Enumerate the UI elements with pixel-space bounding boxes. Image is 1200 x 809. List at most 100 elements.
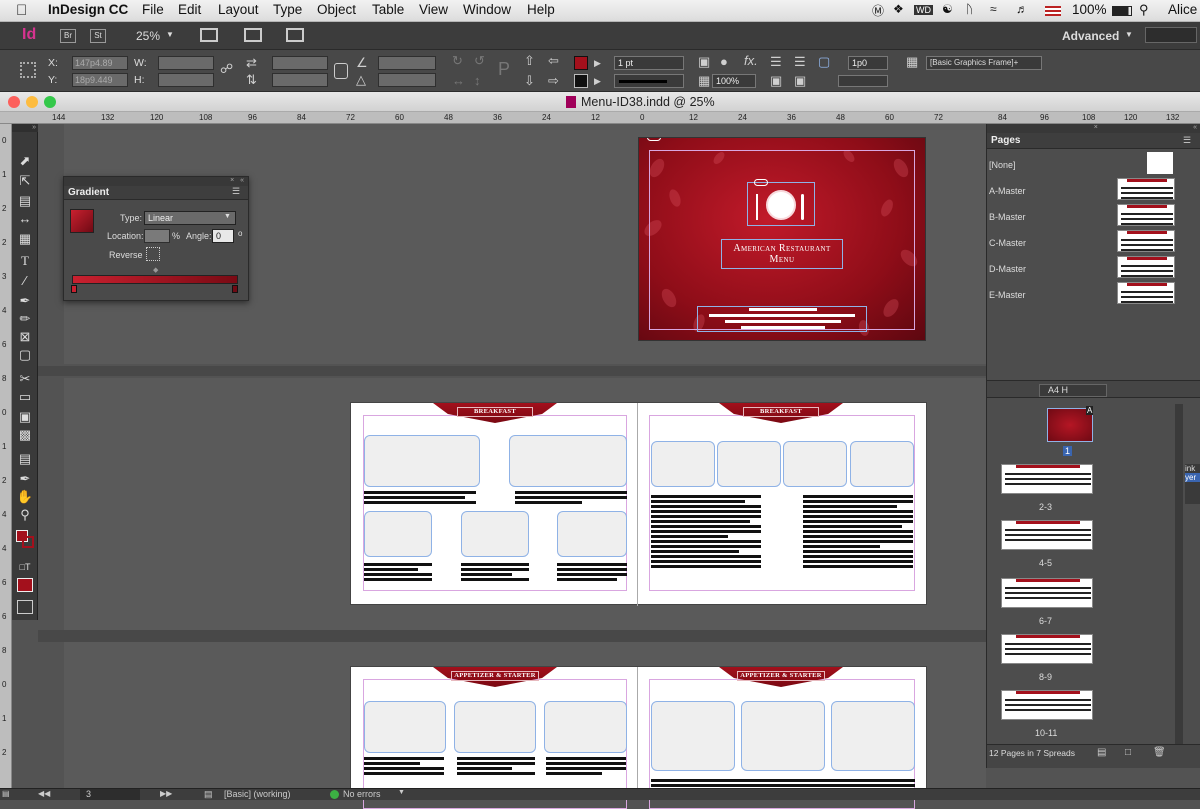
effects-icon[interactable]: ● [720,55,728,69]
object-style-icon[interactable]: ▦ [906,55,918,69]
menu-text-block[interactable] [515,491,627,506]
menu-view[interactable]: View [419,2,448,17]
content-collector-icon[interactable]: ▦ [15,230,35,248]
fx-icon[interactable]: fx. [744,54,758,68]
opacity-field[interactable]: 100% [712,74,756,88]
style-status[interactable]: [Basic] (working) [224,789,291,799]
horizontal-ruler[interactable]: 144 132 120 108 96 84 72 60 48 36 24 12 0 12 24 36 48 60 7… [46,112,986,124]
gradient-stop-end[interactable] [232,285,238,293]
section-title-left[interactable]: APPETIZER & STARTER [451,671,539,681]
page-number-field[interactable]: 3 [80,789,140,800]
wd-icon[interactable]: WD [914,5,933,15]
menu-layout[interactable]: Layout [218,2,259,17]
menu-file[interactable]: File [142,2,164,17]
scale-y-field[interactable] [272,73,328,87]
image-frame[interactable] [509,435,627,487]
rectangle-frame-tool-icon[interactable]: ⊠ [15,328,35,346]
image-frame[interactable] [651,701,735,771]
rotate-ccw-icon[interactable]: ↺ [474,54,485,68]
select-container-icon[interactable]: ⇧ [524,54,535,68]
image-frame[interactable] [850,441,914,487]
cover-title[interactable]: American Restaurant Menu [721,239,843,269]
y-field[interactable]: 18p9.449 [72,73,128,87]
page-tool-icon[interactable]: ▤ [15,192,35,210]
gradient-feather-tool-icon[interactable]: ▩ [15,426,35,444]
chevron-down-icon[interactable]: ▼ [224,213,231,220]
rectangle-tool-icon[interactable]: ▢ [15,346,35,364]
pages-scrollbar[interactable] [1175,404,1183,744]
chain-link-icon[interactable] [647,138,661,141]
chevron-down-icon[interactable]: ▼ [398,789,405,796]
reverse-button[interactable] [146,247,160,261]
flag-icon[interactable] [1045,6,1061,16]
wrap-none-icon[interactable]: ▣ [770,74,782,88]
gradient-ramp[interactable] [72,275,238,284]
new-page-icon[interactable]: □ [1125,747,1131,758]
midpoint-icon[interactable]: ◆ [153,266,158,274]
location-field[interactable] [144,229,170,243]
w-field[interactable] [158,56,214,70]
first-page-icon[interactable]: ◀◀ [38,789,50,798]
volume-icon[interactable]: ♬ [1016,2,1028,16]
pages-panel-tab[interactable]: Pages ☰ [987,133,1200,149]
menu-text-block[interactable] [557,563,627,583]
corner-shape-select[interactable] [838,75,888,87]
stroke-swatch-icon[interactable] [22,536,34,548]
fill-dropdown-icon[interactable]: ▶ [594,56,601,70]
rotate-field[interactable] [378,56,436,70]
battery-text[interactable]: 100% [1072,2,1107,17]
error-status[interactable]: No errors [343,789,381,799]
master-b[interactable]: B-Master [989,212,1026,222]
pen-tool-icon[interactable]: ✒ [15,292,35,310]
cover-page[interactable]: American Restaurant Menu [638,137,926,341]
zoom-tool-icon[interactable]: ⚲ [15,506,35,524]
page-label-2-3[interactable]: 2-3 [1039,502,1052,512]
panel-close-icon[interactable]: × « [987,124,1200,133]
rotate-cw-icon[interactable]: ↻ [452,54,463,68]
constrain-proportions-icon[interactable]: ☍ [220,62,233,76]
h-field[interactable] [158,73,214,87]
section-title-left[interactable]: BREAKFAST [457,407,533,417]
chain-link-icon[interactable] [754,179,768,186]
image-frame[interactable] [544,701,627,753]
skype-icon[interactable]: Ⓜ [872,2,884,19]
delete-page-icon[interactable]: 🗑 [1153,747,1166,758]
preflight-icon[interactable]: ▤ [2,789,10,798]
panel-menu-icon[interactable]: ☰ [1183,135,1191,146]
page-label-4-5[interactable]: 4-5 [1039,558,1052,568]
page-label-1[interactable]: 1 [1063,446,1073,456]
image-frame[interactable] [454,701,536,753]
image-frame[interactable] [651,441,715,487]
apple-icon[interactable]:  [16,2,27,19]
flip-h-icon[interactable]: ↔ [452,74,465,88]
horizontal-ruler-right[interactable]: 84 96 108 120 132 [986,112,1200,124]
search-icon[interactable]: ⚲ [1139,2,1149,18]
menu-type[interactable]: Type [273,2,302,17]
ref-field[interactable]: 1p0 [848,56,888,70]
bridge-button[interactable]: Br [60,29,76,43]
master-thumb-a[interactable] [1117,178,1175,200]
page-label-10-11[interactable]: 10-11 [1035,728,1057,738]
menu-text-block[interactable] [364,757,444,777]
page-label-8-9[interactable]: 8-9 [1039,672,1052,682]
select-content-icon[interactable]: ⇩ [524,74,535,88]
dropbox-icon[interactable]: ❖ [893,2,904,16]
type-tool-icon[interactable]: T [15,252,35,270]
menu-text-block[interactable] [457,757,535,777]
master-c[interactable]: C-Master [989,238,1026,248]
gradient-stop-start[interactable] [71,285,77,293]
screen-mode-icon[interactable] [244,28,262,42]
stock-button[interactable]: St [90,29,106,43]
page-thumb-2-3[interactable] [1001,464,1093,494]
master-d[interactable]: D-Master [989,264,1026,274]
vertical-ruler[interactable]: 0 1 2 2 3 4 6 8 0 1 2 4 4 6 6 8 0 1 2 [0,124,12,788]
menu-table[interactable]: Table [372,2,404,17]
master-thumb-c[interactable] [1117,230,1175,252]
drop-shadow-icon[interactable]: ▣ [698,55,710,69]
stroke-weight-field[interactable]: 1 pt [614,56,684,70]
menu-text-block[interactable] [546,757,626,777]
gradient-type-select[interactable]: Linear [144,211,236,225]
arrange-documents-icon[interactable] [286,28,304,42]
section-title-right[interactable]: APPETIZER & STARTER [737,671,825,681]
zoom-window-button[interactable] [44,96,56,108]
